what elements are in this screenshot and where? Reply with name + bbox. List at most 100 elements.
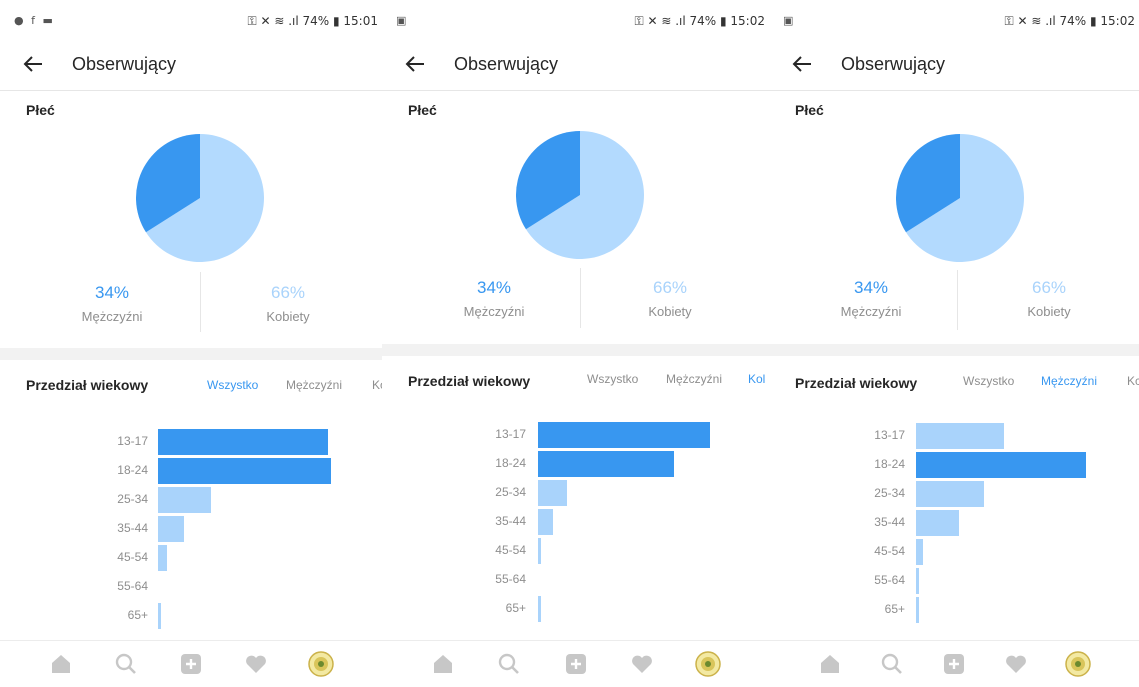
app-header: Obserwujący [382,40,769,91]
app-header: Obserwujący [769,40,1139,91]
men-stat: 34% Mężczyźni [22,283,202,324]
women-percentage: 66% [270,283,306,302]
women-stat: 66% Kobiety [580,278,760,319]
age-bar [916,423,1005,449]
profile-avatar[interactable] [695,651,721,677]
age-section-title: Przedział wiekowy [408,373,531,389]
age-group-label: 55-64 [117,579,148,593]
age-group-label: 18-24 [874,457,905,471]
status-indicators: ⚿ ✕ ≋ .ıl 74% ▮ 15:02 [1004,14,1135,28]
search-icon[interactable] [113,651,139,677]
tab-men[interactable]: Mężczyźni [1041,374,1097,388]
age-bar [916,568,919,594]
women-percentage: 66% [1031,278,1067,297]
women-label: Kobiety [648,304,692,319]
page-title: Obserwujący [454,54,559,74]
men-label: Mężczyźni [81,309,143,324]
search-icon[interactable] [496,651,522,677]
heart-icon[interactable] [243,651,269,677]
gender-section-title: Płeć [408,102,437,118]
tab-all[interactable]: Wszystko [207,378,258,392]
add-icon[interactable] [178,651,204,677]
age-group-label: 18-24 [117,463,148,477]
bottom-navigation [769,640,1139,687]
back-arrow-icon[interactable] [789,50,817,78]
age-bar [158,603,162,629]
women-stat: 66% Kobiety [959,278,1139,319]
tab-all[interactable]: Wszystko [587,372,638,386]
home-icon[interactable] [430,651,456,677]
add-icon[interactable] [563,651,589,677]
page-title: Obserwujący [72,54,177,74]
age-group-label: 55-64 [874,573,905,587]
status-indicators: ⚿ ✕ ≋ .ıl 74% ▮ 15:02 [634,14,765,28]
tab-women[interactable]: Kol [748,372,765,386]
tab-women[interactable]: Kc [1127,374,1139,388]
heart-icon[interactable] [629,651,655,677]
age-group-label: 45-54 [495,543,526,557]
screenshot-panel-2: ▣ ⚿ ✕ ≋ .ıl 74% ▮ 15:02 Obserwujący Płeć… [382,0,769,687]
screenshot-panel-1: ● f ▬ ⚿ ✕ ≋ .ıl 74% ▮ 15:01 Obserwujący … [0,0,382,687]
age-group-label: 65+ [884,602,905,616]
app-header: Obserwujący [0,40,382,91]
age-bar [916,510,959,536]
men-label: Mężczyźni [840,304,902,319]
home-icon[interactable] [817,651,843,677]
search-icon[interactable] [879,651,905,677]
men-percentage: 34% [476,278,512,297]
age-bar [538,451,674,477]
age-bar [538,538,542,564]
gender-pie-chart [136,134,264,262]
age-group-label: 65+ [127,608,148,622]
age-bar [158,487,211,513]
gender-pie-chart [896,134,1024,262]
status-bar: ▣ ⚿ ✕ ≋ .ıl 74% ▮ 15:02 [769,12,1139,34]
back-arrow-icon[interactable] [20,50,48,78]
add-icon[interactable] [941,651,967,677]
age-group-label: 13-17 [117,434,148,448]
profile-avatar[interactable] [308,651,334,677]
heart-icon[interactable] [1003,651,1029,677]
age-group-label: 25-34 [874,486,905,500]
gender-pie-chart [516,131,644,259]
age-group-label: 18-24 [495,456,526,470]
tab-men[interactable]: Mężczyźni [666,372,722,386]
status-notifications: ▣ [783,14,796,27]
home-icon[interactable] [48,651,74,677]
bottom-navigation [0,640,382,687]
age-group-label: 25-34 [117,492,148,506]
age-bar [538,480,568,506]
age-bar [538,422,710,448]
bottom-navigation [382,640,769,687]
tab-all[interactable]: Wszystko [963,374,1014,388]
age-bar [916,597,919,623]
men-percentage: 34% [853,278,889,297]
age-group-label: 45-54 [117,550,148,564]
back-arrow-icon[interactable] [402,50,430,78]
section-separator [0,348,382,360]
women-percentage: 66% [652,278,688,297]
age-group-label: 35-44 [495,514,526,528]
tab-men[interactable]: Mężczyźni [286,378,342,392]
age-group-label: 35-44 [117,521,148,535]
men-label: Mężczyźni [463,304,525,319]
page-title: Obserwujący [841,54,946,74]
profile-avatar[interactable] [1065,651,1091,677]
gender-section-title: Płeć [26,102,55,118]
age-section-title: Przedział wiekowy [795,375,918,391]
status-notifications: ▣ [396,14,409,27]
screenshot-panel-3: ▣ ⚿ ✕ ≋ .ıl 74% ▮ 15:02 Obserwujący Płeć… [769,0,1139,687]
men-stat: 34% Mężczyźni [404,278,584,319]
age-group-label: 13-17 [495,427,526,441]
age-bar [538,509,554,535]
section-separator [769,344,1139,356]
age-bar [916,452,1086,478]
women-label: Kobiety [1027,304,1071,319]
age-bar [158,458,332,484]
status-bar: ▣ ⚿ ✕ ≋ .ıl 74% ▮ 15:02 [382,12,769,34]
age-section-title: Przedział wiekowy [26,377,149,393]
stat-divider [957,270,958,330]
age-group-label: 25-34 [495,485,526,499]
tab-women[interactable]: Kol [372,378,382,392]
age-group-label: 65+ [505,601,526,615]
